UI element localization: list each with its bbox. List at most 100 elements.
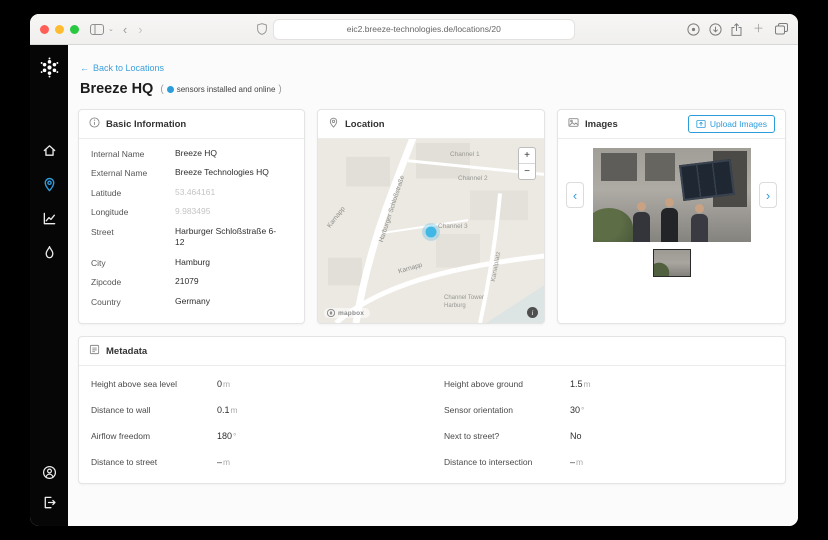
browser-back-button[interactable]: ‹ [121, 23, 129, 36]
zoom-out-button[interactable]: − [519, 163, 535, 179]
map-canvas[interactable]: Channel 1 Channel 2 Channel 3 Harburger … [318, 139, 544, 323]
status-badge: ( sensors installed and online ) [160, 84, 281, 95]
browser-forward-button[interactable]: › [136, 23, 144, 36]
browser-actions: ＋ [687, 22, 788, 36]
meta-distance-to-intersection: Distance to intersection – m [432, 449, 785, 475]
info-row-longitude: Longitude 9.983495 [79, 202, 304, 221]
meta-value: 180 [217, 431, 233, 441]
back-arrow-icon: ← [80, 63, 89, 73]
info-value: Germany [175, 295, 210, 306]
tab-overview-icon[interactable] [775, 23, 788, 35]
window-controls [40, 24, 79, 34]
info-value: Harburger Schloßstraße 6-12 [175, 225, 277, 248]
meta-value: 0.1 [217, 405, 230, 415]
image-icon [568, 115, 579, 133]
screen-record-icon[interactable] [687, 22, 700, 36]
info-label: Street [91, 226, 114, 237]
images-card: Images Upload Images ‹ › [557, 109, 786, 324]
meta-unit: m [230, 405, 238, 415]
info-row-internal-name: Internal Name Breeze HQ [79, 144, 304, 163]
info-value: Hamburg [175, 256, 210, 267]
zoom-in-button[interactable]: + [519, 148, 535, 163]
sidebar-item-air-quality[interactable] [38, 241, 60, 263]
carousel-next-button[interactable]: › [759, 182, 777, 208]
main-content: ← Back to Locations Breeze HQ ( sensors … [68, 45, 798, 526]
metadata-header: Metadata [79, 337, 785, 366]
close-window-button[interactable] [40, 24, 49, 34]
meta-height-above-ground: Height above ground 1.5 m [432, 371, 785, 397]
location-marker-icon [425, 226, 437, 238]
mapbox-attribution[interactable]: mapbox [324, 308, 371, 318]
photo-building-window [600, 153, 637, 181]
photo-solar-panel [678, 158, 735, 202]
share-icon[interactable] [731, 22, 742, 36]
zoom-window-button[interactable] [70, 24, 79, 34]
card-title: Metadata [106, 345, 148, 357]
meta-unit: ° [233, 431, 237, 441]
map-info-button[interactable]: i [527, 307, 538, 318]
meta-label: Height above sea level [91, 379, 178, 389]
info-circle-icon [89, 115, 100, 133]
images-header: Images Upload Images [558, 110, 785, 139]
new-tab-button[interactable]: ＋ [751, 23, 766, 35]
photo-person [632, 202, 650, 242]
meta-next-to-street: Next to street? No [432, 423, 785, 449]
meta-label: Sensor orientation [444, 405, 513, 415]
desktop: ⌄ ‹ › eic2.breeze-technologies.de/locati… [0, 0, 828, 540]
info-value: Breeze Technologies HQ [175, 167, 269, 178]
sidebar-item-analytics[interactable] [38, 207, 60, 229]
map-zoom-controls: + − [518, 147, 536, 180]
info-value: 9.983495 [175, 206, 211, 217]
basic-information-card: Basic Information Internal Name Breeze H… [78, 109, 305, 324]
sidebar-toggle-icon[interactable] [90, 23, 104, 35]
images-body: ‹ › [558, 139, 785, 323]
basic-information-body: Internal Name Breeze HQ External Name Br… [79, 139, 304, 316]
info-label: Country [91, 296, 121, 307]
address-bar[interactable]: eic2.breeze-technologies.de/locations/20 [272, 18, 575, 40]
info-row-street: Street Harburger Schloßstraße 6-12 [79, 222, 304, 253]
downloads-icon[interactable] [709, 22, 722, 36]
meta-airflow-freedom: Airflow freedom 180 ° [79, 423, 432, 449]
browser-chrome: ⌄ ‹ › eic2.breeze-technologies.de/locati… [30, 14, 798, 45]
card-title: Images [585, 118, 618, 130]
breeze-logo-icon [39, 57, 60, 83]
sidebar-bottom [38, 461, 60, 513]
info-value: Breeze HQ [175, 148, 218, 158]
logout-icon[interactable] [38, 491, 60, 513]
minimize-window-button[interactable] [55, 24, 64, 34]
url-zone: eic2.breeze-technologies.de/locations/20 [152, 18, 680, 40]
meta-value: – [570, 457, 576, 467]
sidebar-item-locations[interactable] [38, 173, 60, 195]
card-title: Basic Information [106, 118, 187, 130]
info-label: External Name [91, 168, 148, 179]
location-photo[interactable] [592, 148, 751, 242]
photo-thumbnail[interactable] [652, 249, 691, 277]
metadata-card: Metadata Height above sea level 0 m Heigh… [78, 336, 786, 484]
online-status-dot [166, 85, 174, 93]
location-header: Location [318, 110, 544, 139]
mapbox-label: mapbox [338, 309, 365, 317]
chevron-down-icon[interactable]: ⌄ [108, 25, 114, 33]
metadata-body: Height above sea level 0 m Height above g… [79, 366, 785, 483]
photo-building-window [644, 153, 675, 181]
location-card: Location Channel 1 Channel 2 Channel 3 H… [317, 109, 545, 324]
meta-label: Airflow freedom [91, 431, 151, 441]
status-paren-open: ( [160, 83, 164, 95]
account-icon[interactable] [38, 461, 60, 483]
info-label: Latitude [91, 187, 122, 198]
card-title: Location [345, 118, 385, 130]
info-row-external-name: External Name Breeze Technologies HQ [79, 163, 304, 182]
info-label: Internal Name [91, 149, 145, 159]
thumbnail-strip [566, 249, 777, 277]
sidebar-item-home[interactable] [38, 139, 60, 161]
clipboard-icon [89, 342, 100, 360]
meta-unit: ° [581, 405, 585, 415]
upload-images-button[interactable]: Upload Images [687, 115, 775, 133]
back-to-locations-link[interactable]: ← Back to Locations [80, 63, 164, 73]
meta-label: Height above ground [444, 379, 523, 389]
privacy-shield-icon[interactable] [256, 23, 267, 35]
carousel-prev-button[interactable]: ‹ [566, 182, 584, 208]
meta-value: 0 [217, 379, 223, 389]
map-tiles [318, 139, 544, 323]
meta-sensor-orientation: Sensor orientation 30 ° [432, 397, 785, 423]
